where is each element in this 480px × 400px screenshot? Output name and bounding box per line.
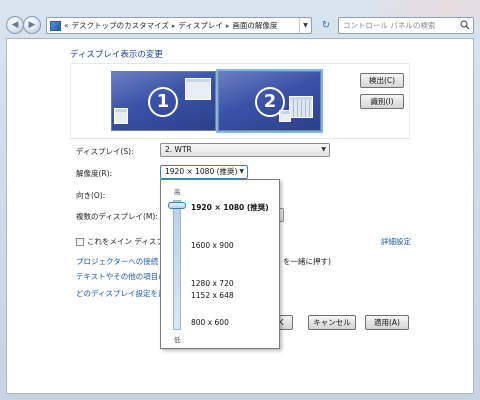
resolution-option[interactable]: 1920 × 1080 (推奨) [191,202,269,213]
resolution-value: 1920 × 1080 (推奨) [165,167,238,176]
slider-low-label: 低 [174,336,181,344]
resolution-option[interactable]: 1600 x 900 [191,241,234,250]
resolution-option[interactable]: 800 x 600 [191,318,229,327]
advanced-settings-link[interactable]: 詳細設定 [381,236,411,247]
main-display-checkbox[interactable] [76,237,84,246]
back-button[interactable]: ◀ [6,16,24,34]
apply-button[interactable]: 適用(A) [365,315,409,330]
search-input[interactable]: コントロール パネルの検索 [338,17,474,34]
breadcrumb-item-resolution[interactable]: 画面の解像度 [232,20,277,31]
multi-display-label: 複数のディスプレイ(M): [76,212,158,221]
chevron-down-icon: ▼ [239,168,244,175]
monitor-number: 1 [148,87,178,117]
projector-shortcut-text: を一緒に押す) [283,257,331,266]
breadcrumb-item-display[interactable]: ディスプレイ [178,20,222,31]
main-display-checkbox-row[interactable]: これをメイン ディスプ [76,236,164,247]
search-placeholder: コントロール パネルの検索 [343,21,436,30]
address-bar[interactable]: « デスクトップのカスタマイズ ▸ ディスプレイ ▸ 画面の解像度 ▼ [46,17,312,34]
resolution-slider-thumb[interactable] [168,202,186,209]
monitor-number: 2 [255,87,285,117]
monitor-2[interactable]: 2 [216,69,323,133]
display-select[interactable]: 2. WTR ▼ [160,143,330,157]
which-display-link[interactable]: どのディスプレイ設定を選 [76,288,165,299]
cancel-button[interactable]: キャンセル [308,315,356,330]
control-panel-icon [50,20,61,31]
forward-button[interactable]: ▶ [23,16,41,34]
display-value: 2. WTR [165,145,192,154]
refresh-icon[interactable]: ↻ [316,17,336,34]
orientation-label: 向き(O): [76,191,106,200]
breadcrumb-separator-icon[interactable]: ▸ [226,22,230,30]
text-size-link[interactable]: テキストやその他の項目の [76,271,166,282]
resolution-slider-track[interactable] [173,200,181,330]
monitor-arrangement: 1 2 [70,63,410,139]
breadcrumb-overflow[interactable]: « [64,21,69,30]
main-display-label: これをメイン ディスプ [87,237,164,246]
resolution-select[interactable]: 1920 × 1080 (推奨) ▼ [160,165,248,179]
display-label: ディスプレイ(S): [76,147,134,156]
resolution-dropdown: 高 低 1920 × 1080 (推奨) 1600 x 900 1280 x 7… [160,179,280,349]
resolution-option[interactable]: 1280 x 720 [191,279,234,288]
forward-arrow-icon: ▶ [28,20,36,30]
address-dropdown-icon[interactable]: ▼ [299,18,311,33]
navigation-bar: ◀ ▶ « デスクトップのカスタマイズ ▸ ディスプレイ ▸ 画面の解像度 ▼ … [4,14,476,36]
window-thumbnail-icon [289,96,313,118]
search-icon[interactable] [460,20,470,30]
window-thumbnail-icon [114,108,128,124]
monitor-1[interactable]: 1 [111,71,216,131]
resolution-option[interactable]: 1152 x 648 [191,291,234,300]
breadcrumb-separator-icon[interactable]: ▸ [172,22,176,30]
resolution-label: 解像度(R): [76,169,113,178]
chevron-down-icon: ▼ [321,146,326,153]
back-arrow-icon: ◀ [11,20,19,30]
page-title: ディスプレイ表示の変更 [70,50,163,60]
window-thumbnail-icon [185,78,211,100]
projector-link[interactable]: プロジェクターへの接続 ( [76,256,164,267]
breadcrumb-item-customize[interactable]: デスクトップのカスタマイズ [72,20,169,31]
slider-high-label: 高 [174,188,181,196]
identify-button[interactable]: 識別(I) [360,94,404,109]
detect-button[interactable]: 検出(C) [360,73,404,88]
